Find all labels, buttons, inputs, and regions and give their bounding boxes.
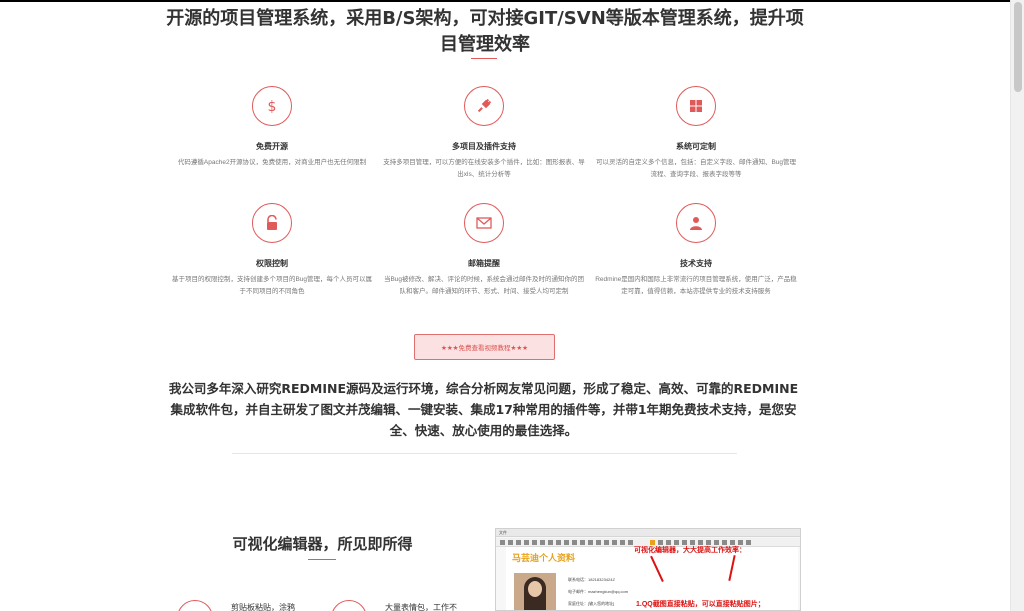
scrollbar-thumb[interactable] <box>1014 2 1022 92</box>
feature-title: 邮箱提醒 <box>468 259 500 268</box>
profile-photo <box>514 573 556 610</box>
screenshot-menubar: 文件 <box>496 529 800 537</box>
feature-desc: 代码遵循Apache2开源协议，免费使用，对商业用户也无任何限制 <box>177 159 367 166</box>
editor-section-title: 可视化编辑器，所见即所得 <box>232 535 413 553</box>
annotation-arrow <box>650 555 664 583</box>
annotation-arrow <box>728 555 736 581</box>
svg-text:$: $ <box>268 99 277 114</box>
feature-desc: 基于项目的权限控制，支持创建多个项目的Bug管理，每个人员可以属于不同项目的不同… <box>171 276 373 295</box>
user-icon <box>676 203 716 243</box>
mini-feature-text: 大量表情包，工作不 <box>385 603 457 611</box>
screenshot-annotation: 可视化编辑器，大大提高工作效率： <box>634 547 746 554</box>
feature-title: 权限控制 <box>256 259 288 268</box>
grid-icon <box>676 86 716 126</box>
screenshot-profile-title: 马芸迪个人资料 <box>512 553 576 563</box>
screenshot-annotation: 1.QQ截图直接粘贴，可以直接粘贴图片； <box>636 601 765 608</box>
screenshot-info-line: 家庭住址：[输入您的地址] <box>568 601 615 606</box>
feature-customizable: 系统可定制 可以灵活的自定义多个信息，包括：自定义字段、邮件通知、Bug管理流程… <box>590 86 802 181</box>
editor-title-underline <box>308 559 336 560</box>
screenshot-info-line: 电子邮件：mazhengkun@qq.com <box>568 589 629 594</box>
editor-screenshot: 文件 马芸迪个人资料 联系电话：18218323424Z 电子邮件：mazhen… <box>495 528 801 611</box>
company-intro: 我公司多年深入研究REDMINE源码及运行环境，综合分析网友常见问题，形成了稳定… <box>168 381 799 438</box>
feature-multi-project: 多项目及插件支持 支持多项目管理，可以方便的在线安装多个插件，比如：图形报表、导… <box>378 86 590 181</box>
feature-desc: 当Bug被修改、解决、评论的时候，系统会通过邮件及时的通知你的团队和客户。邮件通… <box>383 276 585 295</box>
feature-tech-support: 技术支持 Redmine是国内和国际上非常流行的项目管理系统，使用广泛，产品稳定… <box>590 203 802 298</box>
feature-desc: 可以灵活的自定义多个信息，包括：自定义字段、邮件通知、Bug管理流程、查询字段、… <box>595 159 797 178</box>
screenshot-document: 马芸迪个人资料 联系电话：18218323424Z 电子邮件：mazhengku… <box>506 547 798 610</box>
top-border <box>0 0 1024 2</box>
page-headline: 开源的项目管理系统，采用B/S架构，可对接GIT/SVN等版本管理系统，提升项目… <box>166 8 804 55</box>
feature-free-open-source: $ 免费开源 代码遵循Apache2开源协议，免费使用，对商业用户也无任何限制 <box>166 86 378 169</box>
feature-title: 免费开源 <box>256 142 288 151</box>
dollar-icon: $ <box>252 86 292 126</box>
feature-desc: Redmine是国内和国际上非常流行的项目管理系统，使用广泛，产品稳定可靠，值得… <box>595 276 797 295</box>
plug-icon <box>464 86 504 126</box>
envelope-icon <box>464 203 504 243</box>
headline-underline <box>471 58 497 59</box>
section-divider <box>232 453 737 454</box>
emoji-icon <box>331 600 367 611</box>
feature-desc: 支持多项目管理，可以方便的在线安装多个插件，比如：图形报表、导出xls、统计分析… <box>383 159 585 178</box>
feature-title: 技术支持 <box>680 259 712 268</box>
feature-title: 多项目及插件支持 <box>452 142 516 151</box>
unlock-icon <box>252 203 292 243</box>
video-tutorial-button[interactable]: ★★★免费查看视频教程★★★ <box>414 334 555 360</box>
feature-title: 系统可定制 <box>676 142 716 151</box>
feature-permissions: 权限控制 基于项目的权限控制，支持创建多个项目的Bug管理，每个人员可以属于不同… <box>166 203 378 298</box>
feature-email-reminder: 邮箱提醒 当Bug被修改、解决、评论的时候，系统会通过邮件及时的通知你的团队和客… <box>378 203 590 298</box>
page-scrollbar[interactable] <box>1010 0 1024 611</box>
clipboard-icon <box>177 600 213 611</box>
mini-feature-text: 剪贴板粘贴，涂鸦 <box>231 603 295 611</box>
screenshot-info-line: 联系电话：18218323424Z <box>568 577 615 582</box>
